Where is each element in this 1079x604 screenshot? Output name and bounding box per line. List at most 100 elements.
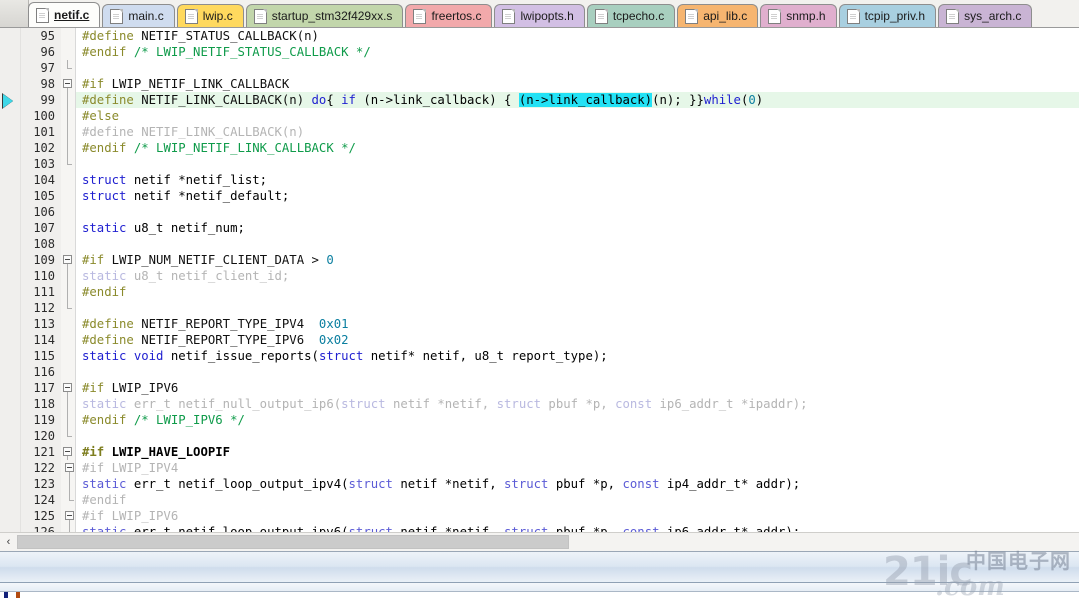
fold-guide-line <box>67 108 68 124</box>
fold-guide-line <box>67 60 68 68</box>
fold-guide-line <box>67 140 68 156</box>
tab-label: lwipopts.h <box>520 9 574 23</box>
fold-guide-line <box>67 412 68 428</box>
line-number: 96 <box>40 45 55 59</box>
code-line[interactable] <box>76 428 1079 444</box>
code-line[interactable]: struct netif *netif_default; <box>76 188 1079 204</box>
code-line[interactable]: #endif <box>76 284 1079 300</box>
code-line[interactable]: #define NETIF_LINK_CALLBACK(n) <box>76 124 1079 140</box>
file-document-icon <box>846 8 860 24</box>
code-line[interactable] <box>76 156 1079 172</box>
fold-guide-line <box>67 156 68 164</box>
code-line[interactable] <box>76 236 1079 252</box>
scroll-left-arrow-icon[interactable]: ‹ <box>0 533 17 551</box>
horizontal-scrollbar[interactable]: ‹ <box>0 532 1079 551</box>
bottom-panel-header <box>0 552 1079 583</box>
fold-guide-end <box>69 500 74 501</box>
tab-lwip-c[interactable]: lwip.c <box>176 4 244 27</box>
status-dot-orange <box>16 592 20 598</box>
code-line[interactable]: #define NETIF_LINK_CALLBACK(n) do{ if (n… <box>76 92 1079 108</box>
tab-label: tcpecho.c <box>612 9 665 23</box>
editor-tab-bar[interactable]: netif.c main.c lwip.c startup_stm32f429xx.s… <box>0 0 1079 28</box>
file-document-icon <box>502 8 516 24</box>
code-line[interactable]: struct netif *netif_list; <box>76 172 1079 188</box>
tab-lwipopts-h[interactable]: lwipopts.h <box>494 4 585 27</box>
code-line[interactable]: #endif /* LWIP_IPV6 */ <box>76 412 1079 428</box>
tab-label: lwip.c <box>202 9 233 23</box>
code-line[interactable]: static err_t netif_null_output_ip6(struc… <box>76 396 1079 412</box>
fold-collapse-icon[interactable] <box>65 463 74 472</box>
code-line[interactable]: static void netif_issue_reports(struct n… <box>76 348 1079 364</box>
tab-label: freertos.c <box>431 9 482 23</box>
tab-sys-arch-c[interactable]: sys_arch.c <box>938 4 1033 27</box>
code-line[interactable]: #if LWIP_HAVE_LOOPIF <box>76 444 1079 460</box>
tab-label: netif.c <box>54 8 90 22</box>
file-document-icon <box>253 8 267 24</box>
code-folding-column[interactable] <box>61 28 75 532</box>
fold-guide-end <box>67 68 72 69</box>
line-number: 103 <box>33 157 55 171</box>
file-document-icon <box>768 8 782 24</box>
tab-snmp-h[interactable]: snmp.h <box>760 4 837 27</box>
code-line[interactable]: #if LWIP_NETIF_LINK_CALLBACK <box>76 76 1079 92</box>
fold-collapse-icon[interactable] <box>63 383 72 392</box>
code-line[interactable]: #if LWIP_IPV6 <box>76 508 1079 524</box>
tab-main-c[interactable]: main.c <box>102 4 175 27</box>
code-line[interactable]: #else <box>76 108 1079 124</box>
code-line[interactable]: #endif /* LWIP_NETIF_STATUS_CALLBACK */ <box>76 44 1079 60</box>
line-number: 124 <box>33 493 55 507</box>
tab-netif-c[interactable]: netif.c <box>28 2 101 27</box>
tab-freertos-c[interactable]: freertos.c <box>405 4 493 27</box>
code-line[interactable] <box>76 204 1079 220</box>
tab-label: snmp.h <box>786 9 826 23</box>
line-number: 109 <box>33 253 55 267</box>
code-line[interactable]: static u8_t netif_num; <box>76 220 1079 236</box>
scrollbar-thumb[interactable] <box>17 535 569 549</box>
line-number: 99 <box>40 93 55 107</box>
fold-guide-line <box>67 124 68 140</box>
line-number: 97 <box>40 61 55 75</box>
code-line[interactable]: static u8_t netif_client_id; <box>76 268 1079 284</box>
code-line[interactable]: #if LWIP_NUM_NETIF_CLIENT_DATA > 0 <box>76 252 1079 268</box>
code-line[interactable]: #if LWIP_IPV6 <box>76 380 1079 396</box>
line-number: 117 <box>33 381 55 395</box>
fold-collapse-icon[interactable] <box>63 255 72 264</box>
fold-collapse-icon[interactable] <box>63 447 72 456</box>
line-number: 100 <box>33 109 55 123</box>
code-line[interactable]: #endif /* LWIP_NETIF_LINK_CALLBACK */ <box>76 140 1079 156</box>
code-line[interactable] <box>76 60 1079 76</box>
tab-tcpecho-c[interactable]: tcpecho.c <box>586 4 676 27</box>
fold-guide-line <box>67 456 68 460</box>
line-number: 108 <box>33 237 55 251</box>
line-number: 110 <box>33 269 55 283</box>
scrollbar-track[interactable] <box>17 535 1079 549</box>
tab-api-lib-c[interactable]: api_lib.c <box>677 4 759 27</box>
code-line[interactable]: #define NETIF_STATUS_CALLBACK(n) <box>76 28 1079 44</box>
line-number: 104 <box>33 173 55 187</box>
code-line[interactable]: #endif <box>76 492 1079 508</box>
fold-collapse-icon[interactable] <box>63 79 72 88</box>
file-document-icon <box>413 8 427 24</box>
line-number: 112 <box>33 301 55 315</box>
status-indicators <box>4 592 20 598</box>
fold-collapse-icon[interactable] <box>65 511 74 520</box>
line-number: 116 <box>33 365 55 379</box>
fold-guide-line <box>69 476 70 492</box>
code-line[interactable]: #define NETIF_REPORT_TYPE_IPV4 0x01 <box>76 316 1079 332</box>
line-number: 115 <box>33 349 55 363</box>
line-number: 126 <box>33 525 55 532</box>
execution-pointer-fill <box>3 94 13 108</box>
code-text-area[interactable]: #define NETIF_STATUS_CALLBACK(n) #endif /… <box>75 28 1079 532</box>
line-number: 102 <box>33 141 55 155</box>
code-editor[interactable]: 95 96 97 98 99 100 101 102 103 104 105 106 107 108 109… <box>0 28 1079 532</box>
file-document-icon <box>36 7 49 23</box>
code-line[interactable]: #define NETIF_REPORT_TYPE_IPV6 0x02 <box>76 332 1079 348</box>
code-line[interactable] <box>76 364 1079 380</box>
code-line[interactable]: static err_t netif_loop_output_ipv6(stru… <box>76 524 1079 532</box>
breakpoint-marker-column[interactable] <box>0 28 21 532</box>
code-line[interactable] <box>76 300 1079 316</box>
tab-startup-stm32f429xx-s[interactable]: startup_stm32f429xx.s <box>245 4 404 27</box>
tab-tcpip-priv-h[interactable]: tcpip_priv.h <box>838 4 937 27</box>
code-line[interactable]: static err_t netif_loop_output_ipv4(stru… <box>76 476 1079 492</box>
code-line[interactable]: #if LWIP_IPV4 <box>76 460 1079 476</box>
